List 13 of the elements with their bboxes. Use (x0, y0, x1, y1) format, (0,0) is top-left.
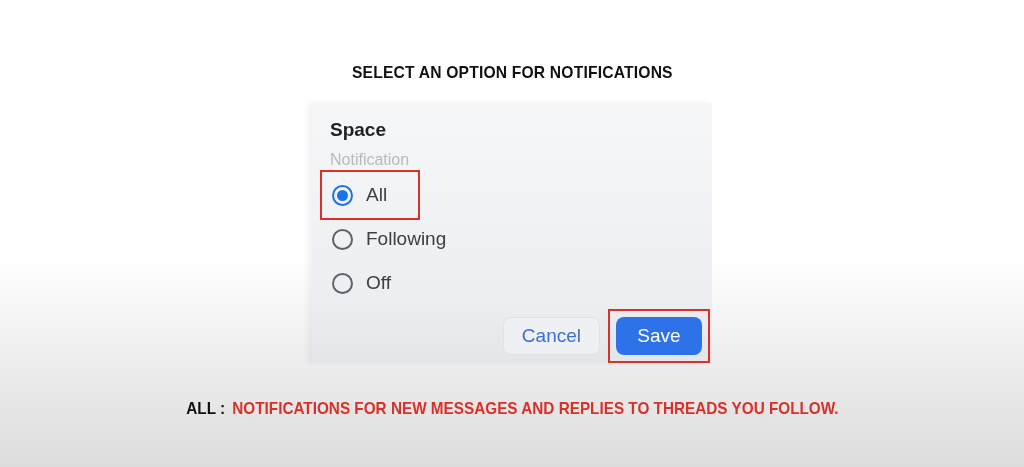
radio-button[interactable] (332, 272, 353, 294)
radio-option[interactable]: Off (332, 272, 391, 294)
dialog-title: Space (330, 119, 387, 141)
cancel-button[interactable]: Cancel (502, 317, 600, 355)
radio-option[interactable]: All (332, 184, 388, 206)
radio-option[interactable]: Following (332, 228, 447, 250)
heading: SELECT AN OPTION FOR NOTIFICATIONS (351, 63, 673, 83)
section-label: Notification (330, 151, 411, 169)
radio-button[interactable] (332, 184, 353, 206)
caption-text: NOTIFICATIONS FOR NEW MESSAGES AND REPLIES TO THREADS YOU FOLLOW. (231, 399, 839, 419)
radio-button[interactable] (332, 228, 353, 250)
caption-term: ALL : (185, 399, 225, 419)
save-button[interactable]: Save (616, 317, 702, 355)
